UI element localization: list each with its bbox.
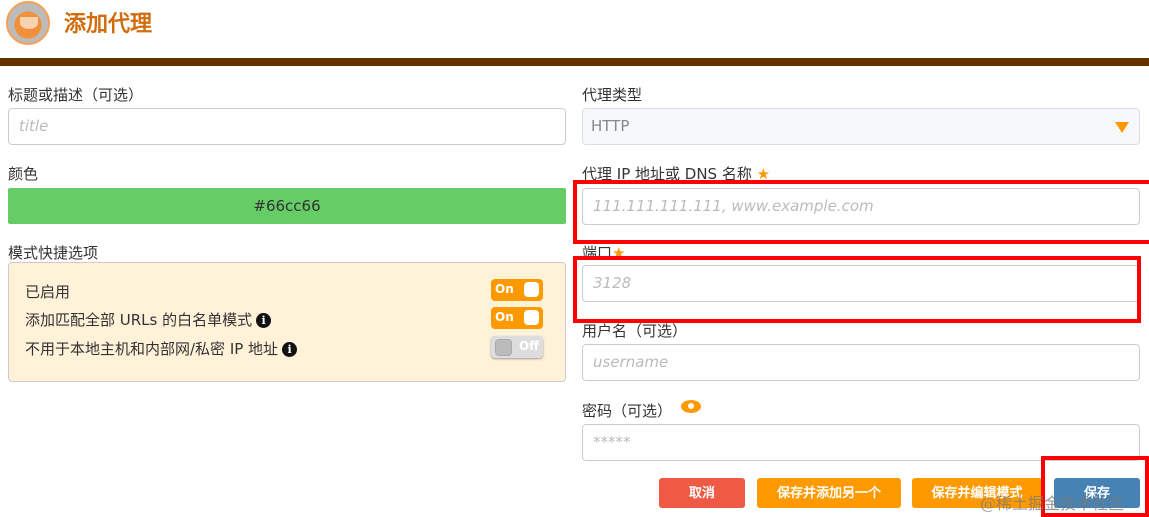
info-icon[interactable]: i <box>282 342 298 357</box>
color-picker[interactable]: #66cc66 <box>8 188 566 224</box>
proxy-type-select[interactable]: HTTP <box>582 108 1140 145</box>
option-enabled: 已启用 <box>25 281 70 302</box>
pattern-options-panel: 已启用 On 添加匹配全部 URLs 的白名单模式 i On 不用于本地主机和内部… <box>8 262 566 382</box>
option-exclude-local: 不用于本地主机和内部网/私密 IP 地址 i <box>25 338 298 359</box>
title-input[interactable]: title <box>8 108 566 145</box>
watermark: @稀土掘金技术社区 <box>980 494 1125 513</box>
title-label: 标题或描述（可选） <box>8 86 144 104</box>
option-label: 已启用 <box>25 283 71 301</box>
fox-logo <box>6 1 50 45</box>
proxy-type-label: 代理类型 <box>582 86 643 104</box>
annotation-box-host <box>573 180 1149 244</box>
enabled-toggle[interactable]: On <box>491 279 543 301</box>
header: 添加代理 <box>0 0 1149 58</box>
header-divider <box>0 58 1149 66</box>
username-input[interactable]: username <box>582 344 1140 381</box>
info-icon[interactable]: i <box>256 313 272 328</box>
option-label: 不用于本地主机和内部网/私密 IP 地址 <box>25 340 279 358</box>
password-label: 密码（可选） <box>582 402 673 420</box>
cancel-button[interactable]: 取消 <box>659 478 745 508</box>
whitelist-toggle[interactable]: On <box>491 307 543 329</box>
option-label: 添加匹配全部 URLs 的白名单模式 <box>25 311 253 329</box>
page-title: 添加代理 <box>64 12 153 37</box>
pattern-options-label: 模式快捷选项 <box>8 244 99 262</box>
username-label: 用户名（可选） <box>582 322 688 340</box>
exclude-local-toggle[interactable]: Off <box>491 336 543 358</box>
save-add-another-button[interactable]: 保存并添加另一个 <box>757 478 901 508</box>
caret-down-icon <box>1115 122 1129 133</box>
proxy-type-value: HTTP <box>591 117 630 135</box>
color-label: 颜色 <box>8 165 39 183</box>
option-whitelist-all: 添加匹配全部 URLs 的白名单模式 i <box>25 309 272 330</box>
annotation-box-port <box>573 256 1141 323</box>
eye-icon[interactable] <box>681 400 701 413</box>
